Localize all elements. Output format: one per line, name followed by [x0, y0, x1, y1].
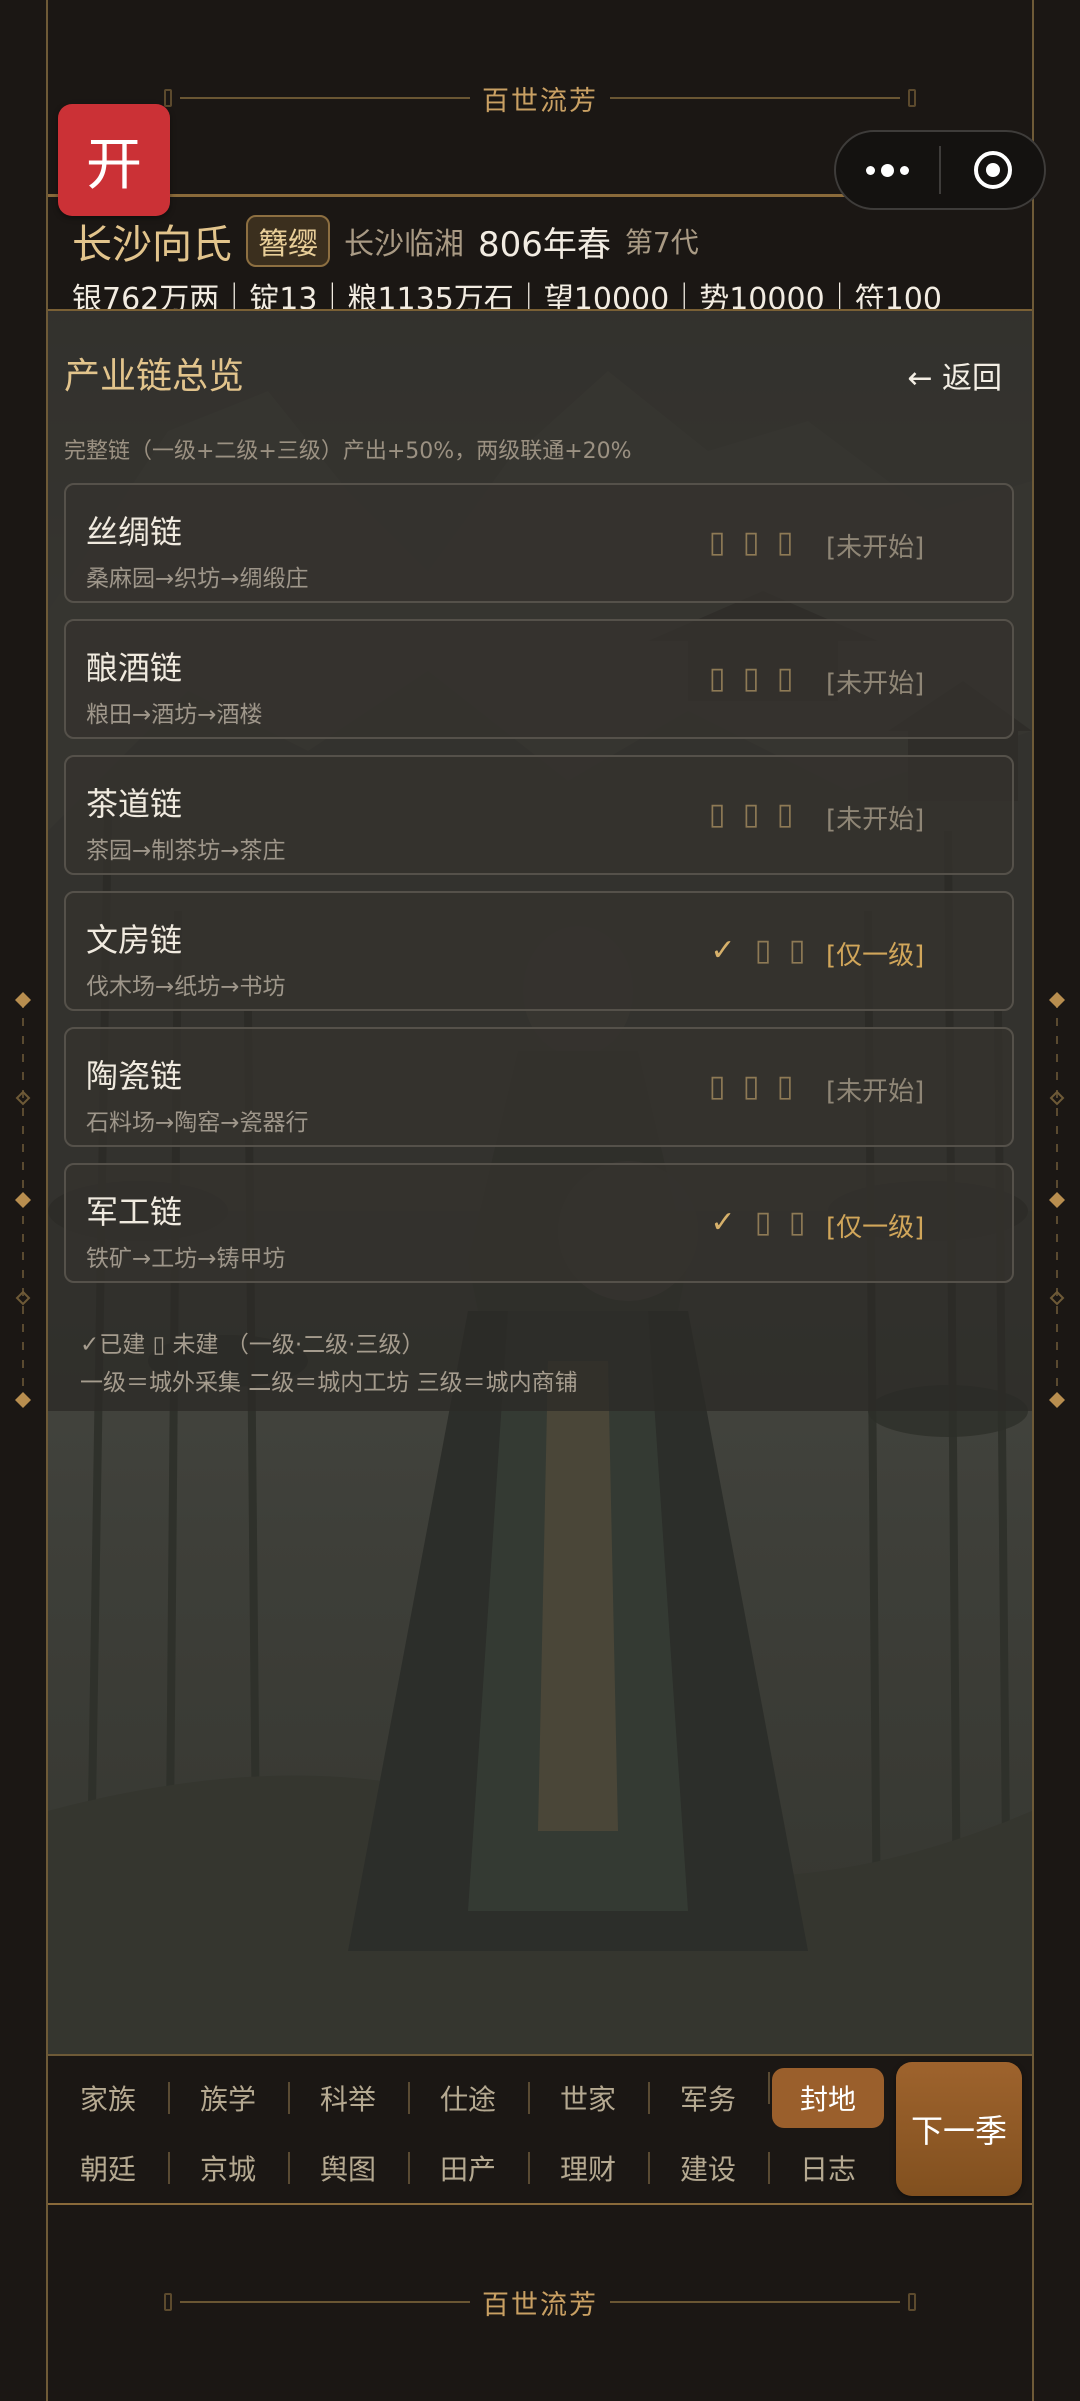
- level-3-mark: ▯: [776, 1069, 794, 1104]
- current-year: 806年春: [478, 224, 611, 265]
- nav-item-map[interactable]: 舆图: [288, 2148, 408, 2188]
- chain-path: 茶园→制茶坊→茶庄: [86, 838, 286, 864]
- level-3-mark: ▯: [776, 661, 794, 696]
- nav-item-clan-school[interactable]: 族学: [168, 2078, 288, 2118]
- nav-item-construction[interactable]: 建设: [648, 2148, 768, 2188]
- nav-row-2: 朝廷 京城 舆图 田产 理财 建设 日志: [48, 2134, 894, 2202]
- chain-path: 伐木场→纸坊→书坊: [86, 974, 286, 1000]
- chain-card-tea[interactable]: 茶道链 茶园→制茶坊→茶庄 ▯ ▯ ▯ [未开始]: [64, 755, 1014, 875]
- nav-item-log[interactable]: 日志: [768, 2148, 888, 2188]
- chain-card-wine[interactable]: 酿酒链 粮田→酒坊→酒楼 ▯ ▯ ▯ [未开始]: [64, 619, 1014, 739]
- right-side-ornament: [1049, 992, 1065, 1408]
- level-1-check-icon: ✓: [710, 933, 736, 968]
- chain-name: 酿酒链: [86, 649, 183, 687]
- level-1-check-icon: ✓: [710, 1205, 736, 1240]
- nav-item-families[interactable]: 世家: [528, 2078, 648, 2118]
- nav-item-exam[interactable]: 科举: [288, 2078, 408, 2118]
- nav-separator-bottom: [48, 2203, 1032, 2205]
- bottom-banner: 百世流芳: [48, 2272, 1032, 2332]
- chain-path: 铁矿→工坊→铸甲坊: [86, 1246, 286, 1272]
- banner-title: 百世流芳: [482, 85, 598, 117]
- clan-name: 长沙向氏: [72, 222, 232, 268]
- chain-status: [未开始]: [826, 669, 925, 699]
- back-button[interactable]: ← 返回: [907, 353, 1002, 397]
- legend-levels: 一级＝城外采集 二级＝城内工坊 三级＝城内商铺: [80, 1370, 578, 1396]
- chain-status: [未开始]: [826, 1077, 925, 1107]
- level-3-mark: ▯: [776, 525, 794, 560]
- level-2-mark: ▯: [742, 797, 760, 832]
- chain-path: 桑麻园→织坊→绸缎庄: [86, 566, 309, 592]
- close-target-icon[interactable]: [941, 132, 1044, 208]
- chain-level-marks: ✓ ▯ ▯: [706, 1205, 808, 1240]
- nav-item-family[interactable]: 家族: [48, 2078, 168, 2118]
- nav-item-finance[interactable]: 理财: [528, 2148, 648, 2188]
- level-2-mark: ▯: [742, 661, 760, 696]
- nav-item-capital[interactable]: 京城: [168, 2148, 288, 2188]
- chain-status: [未开始]: [826, 805, 925, 835]
- chain-level-marks: ▯ ▯ ▯: [706, 661, 796, 696]
- chain-status: [未开始]: [826, 533, 925, 563]
- chain-card-porcelain[interactable]: 陶瓷链 石料场→陶窑→瓷器行 ▯ ▯ ▯ [未开始]: [64, 1027, 1014, 1147]
- nav-item-military[interactable]: 军务: [648, 2078, 768, 2118]
- left-side-ornament: [15, 992, 31, 1408]
- level-3-mark: ▯: [788, 1205, 806, 1240]
- rank-badge: 簪缨: [246, 215, 330, 267]
- chain-path: 粮田→酒坊→酒楼: [86, 702, 263, 728]
- level-1-mark: ▯: [708, 797, 726, 832]
- chain-level-marks: ✓ ▯ ▯: [706, 933, 808, 968]
- nav-item-fief[interactable]: 封地: [768, 2068, 888, 2128]
- level-3-mark: ▯: [776, 797, 794, 832]
- nav-item-career[interactable]: 仕途: [408, 2078, 528, 2118]
- panel-title: 产业链总览: [64, 356, 245, 397]
- next-season-button[interactable]: 下一季: [896, 2062, 1022, 2196]
- chain-level-marks: ▯ ▯ ▯: [706, 797, 796, 832]
- industry-chain-panel: 产业链总览 ← 返回 完整链（一级+二级+三级）产出+50%，两级联通+20% …: [48, 311, 1032, 1411]
- open-button[interactable]: 开: [58, 104, 170, 216]
- chain-status: [仅一级]: [826, 1213, 925, 1243]
- nav-item-court[interactable]: 朝廷: [48, 2148, 168, 2188]
- legend-marks: ✓已建 ▯ 未建 （一级·二级·三级）: [80, 1332, 425, 1358]
- nav-row-1: 家族 族学 科举 仕途 世家 军务 封地: [48, 2064, 894, 2132]
- level-2-mark: ▯: [754, 933, 772, 968]
- level-1-mark: ▯: [708, 1069, 726, 1104]
- chain-card-military[interactable]: 军工链 铁矿→工坊→铸甲坊 ✓ ▯ ▯ [仅一级]: [64, 1163, 1014, 1283]
- level-3-mark: ▯: [788, 933, 806, 968]
- clan-header: 长沙向氏 簪缨 长沙临湘 806年春 第7代: [72, 212, 699, 270]
- top-banner: 百世流芳: [48, 68, 1032, 128]
- level-2-mark: ▯: [742, 1069, 760, 1104]
- chain-level-marks: ▯ ▯ ▯: [706, 1069, 796, 1104]
- chain-card-stationery[interactable]: 文房链 伐木场→纸坊→书坊 ✓ ▯ ▯ [仅一级]: [64, 891, 1014, 1011]
- chain-level-marks: ▯ ▯ ▯: [706, 525, 796, 560]
- bottom-nav: 家族 族学 科举 仕途 世家 军务 封地 朝廷 京城 舆图 田产 理财 建设 日…: [48, 2058, 894, 2203]
- chain-name: 丝绸链: [86, 513, 183, 551]
- clan-place: 长沙临湘: [344, 227, 464, 262]
- level-1-mark: ▯: [708, 525, 726, 560]
- chain-path: 石料场→陶窑→瓷器行: [86, 1110, 309, 1136]
- frame-right-border: [1032, 0, 1034, 2401]
- main-area: 产业链总览 ← 返回 完整链（一级+二级+三级）产出+50%，两级联通+20% …: [48, 311, 1032, 2055]
- level-2-mark: ▯: [754, 1205, 772, 1240]
- level-2-mark: ▯: [742, 525, 760, 560]
- chain-status: [仅一级]: [826, 941, 925, 971]
- level-1-mark: ▯: [708, 661, 726, 696]
- chain-name: 军工链: [86, 1193, 183, 1231]
- generation: 第7代: [624, 226, 699, 259]
- nav-item-farmland[interactable]: 田产: [408, 2148, 528, 2188]
- chain-name: 陶瓷链: [86, 1057, 183, 1095]
- nav-separator-top: [48, 2054, 1032, 2056]
- more-menu-icon[interactable]: [836, 132, 939, 208]
- mini-program-capsule: [834, 130, 1046, 210]
- chain-name: 茶道链: [86, 785, 183, 823]
- bonus-note: 完整链（一级+二级+三级）产出+50%，两级联通+20%: [64, 439, 632, 464]
- chain-card-silk[interactable]: 丝绸链 桑麻园→织坊→绸缎庄 ▯ ▯ ▯ [未开始]: [64, 483, 1014, 603]
- chain-name: 文房链: [86, 921, 183, 959]
- banner-title-bottom: 百世流芳: [482, 2289, 598, 2321]
